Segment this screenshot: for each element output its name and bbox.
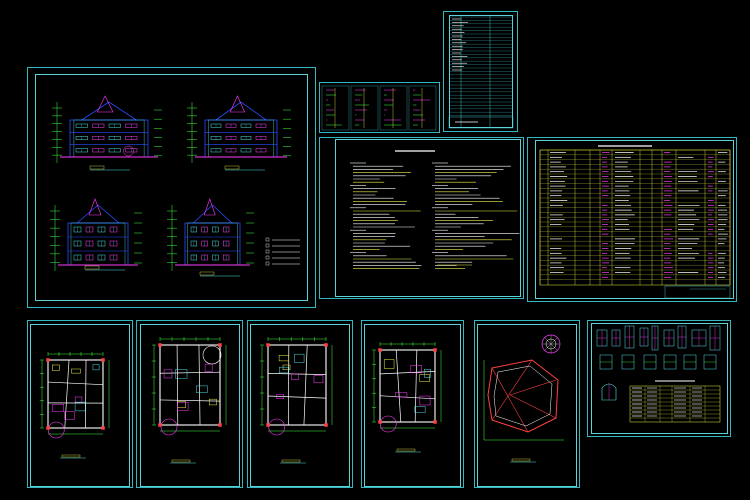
sheet-details-strip[interactable] [319,82,440,133]
sheet-door-window-border [591,323,728,434]
sheet-plan-3-border [250,324,350,487]
sheet-plan-4-border [364,324,461,487]
sheet-plan-2-border [140,324,240,487]
sheet-schedule-border [535,140,734,299]
sheet-plan-5-border [477,324,577,487]
sheet-plan-1-border [30,324,130,487]
sheet-cover-table-border [449,15,513,128]
sheet-design-notes-border [335,139,521,297]
sheet-elevations-border [35,74,308,301]
